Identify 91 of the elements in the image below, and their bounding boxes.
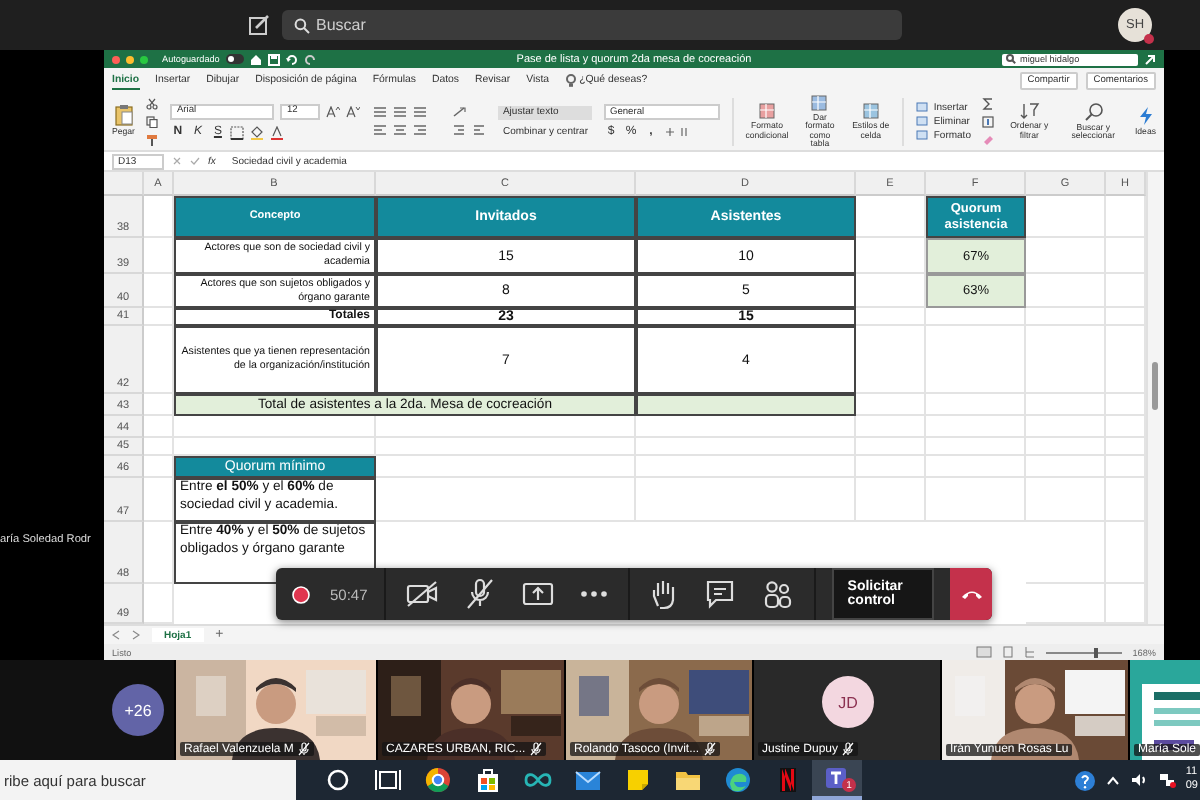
minimize-button[interactable] [126, 55, 134, 63]
empty-cell[interactable] [856, 478, 926, 522]
next-sheet-icon[interactable] [132, 630, 140, 640]
close-button[interactable] [112, 55, 120, 63]
zoom-slider-thumb[interactable] [1093, 647, 1098, 657]
empty-cell[interactable] [636, 456, 856, 478]
borders-icon[interactable] [230, 125, 245, 139]
empty-cell[interactable] [1026, 438, 1106, 456]
volume-icon[interactable] [1129, 772, 1148, 788]
phone-icon [959, 588, 984, 600]
folder-icon [673, 766, 701, 794]
zoom-button[interactable] [140, 55, 148, 63]
empty-cell[interactable] [1026, 394, 1106, 416]
sum-icon[interactable] [982, 97, 995, 109]
compose-icon[interactable] [248, 14, 270, 36]
store-icon [473, 766, 501, 794]
participants-icon[interactable] [761, 578, 794, 610]
recording-icon [292, 585, 310, 603]
undo-icon[interactable] [285, 53, 298, 65]
font-color-icon[interactable] [270, 125, 285, 139]
share-screen-icon[interactable] [521, 578, 554, 610]
chrome-icon [423, 766, 451, 794]
check-icon[interactable] [190, 156, 200, 166]
empty-cell[interactable] [856, 456, 926, 478]
lightning-icon [1137, 105, 1154, 126]
orientation-icon[interactable] [452, 106, 469, 118]
page-layout-icon[interactable] [1002, 646, 1015, 658]
cortana-icon [323, 766, 351, 794]
grow-font-icon[interactable] [326, 105, 341, 117]
edge-icon [723, 766, 751, 794]
microphone-off-icon[interactable] [463, 578, 496, 610]
empty-cell[interactable] [926, 326, 1026, 394]
avatar-initials: JD [822, 676, 874, 728]
taskview-icon [373, 766, 401, 794]
shrink-font-icon[interactable] [346, 105, 361, 117]
sort-icon [1019, 102, 1040, 120]
lightbulb-icon [565, 73, 576, 87]
empty-cell[interactable] [1026, 416, 1106, 438]
decimal-icon[interactable] [663, 126, 692, 138]
empty-cell[interactable] [926, 438, 1026, 456]
search-field[interactable]: Buscar [282, 10, 902, 40]
table-icon [757, 102, 776, 120]
autosave-toggle[interactable] [225, 54, 244, 64]
normal-view-icon[interactable] [976, 646, 993, 658]
empty-cell[interactable] [376, 438, 636, 456]
redo-icon[interactable] [303, 53, 316, 65]
select-all-corner[interactable] [104, 172, 144, 196]
page-break-icon[interactable] [1024, 646, 1037, 658]
cancel-icon[interactable] [172, 156, 182, 166]
empty-cell[interactable] [1026, 456, 1106, 478]
notes-icon [623, 766, 651, 794]
fill-color-icon[interactable] [250, 125, 265, 139]
brush-icon[interactable] [146, 133, 159, 145]
more-participants-badge[interactable]: +26 [112, 684, 164, 736]
copy-icon[interactable] [146, 115, 159, 127]
status-dot [1144, 34, 1154, 44]
save-icon[interactable] [267, 53, 280, 65]
raise-hand-icon[interactable] [649, 578, 678, 610]
network-icon[interactable] [1157, 772, 1176, 788]
scissors-icon[interactable] [146, 97, 159, 109]
mail-icon [573, 766, 601, 794]
empty-cell[interactable] [926, 416, 1026, 438]
chevron-up-icon[interactable] [1105, 775, 1120, 785]
scrollbar[interactable] [1146, 172, 1164, 624]
empty-cell[interactable] [926, 394, 1026, 416]
empty-cell[interactable] [856, 416, 926, 438]
empty-cell[interactable] [636, 478, 856, 522]
teams-icon [823, 764, 851, 792]
empty-cell[interactable] [926, 478, 1026, 522]
search-icon [294, 17, 310, 33]
empty-cell[interactable] [856, 438, 926, 456]
table-icon [861, 102, 880, 120]
empty-cell[interactable] [1026, 326, 1106, 394]
empty-cell[interactable] [1026, 308, 1106, 326]
eraser-icon[interactable] [982, 133, 995, 145]
empty-cell[interactable] [1026, 522, 1106, 584]
magnifier-icon [1083, 101, 1104, 121]
empty-cell[interactable] [926, 456, 1026, 478]
hang-up-button[interactable] [950, 568, 992, 620]
indent-icon[interactable] [452, 124, 467, 136]
fill-icon[interactable] [982, 115, 995, 127]
chat-icon[interactable] [703, 578, 736, 610]
search-icon [1006, 54, 1016, 64]
empty-cell[interactable] [1026, 478, 1106, 522]
camera-off-icon[interactable] [405, 578, 438, 610]
outdent-icon[interactable] [472, 124, 487, 136]
previous-sheet-icon[interactable] [112, 630, 120, 640]
share-icon[interactable] [1144, 53, 1156, 65]
empty-cell[interactable] [636, 438, 856, 456]
help-icon[interactable] [1073, 769, 1096, 791]
clipboard-icon [113, 104, 134, 127]
